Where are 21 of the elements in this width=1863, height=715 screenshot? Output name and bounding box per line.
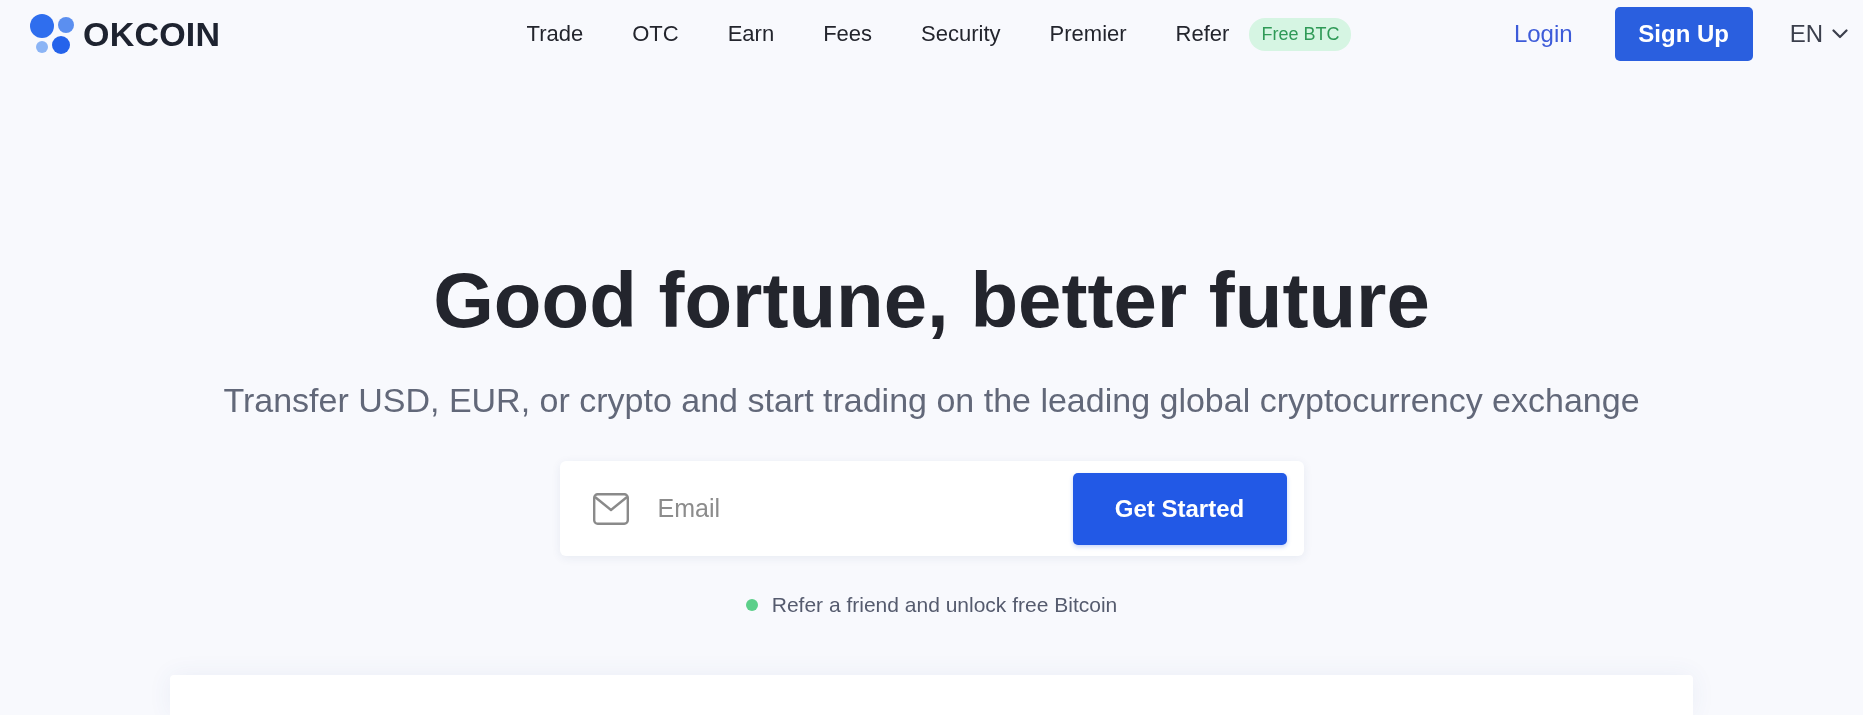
nav-link[interactable]: Security bbox=[921, 21, 1001, 47]
nav-link[interactable]: Refer bbox=[1175, 21, 1230, 47]
nav-link[interactable]: Fees bbox=[823, 21, 873, 47]
get-started-button[interactable]: Get Started bbox=[1072, 472, 1287, 545]
chevron-down-icon bbox=[1832, 29, 1848, 39]
dot-icon bbox=[745, 599, 758, 611]
logo-text: OKCOIN bbox=[83, 14, 221, 54]
language-selector[interactable]: EN bbox=[1789, 20, 1848, 48]
email-field[interactable]: Email bbox=[657, 488, 1057, 529]
logo-icon bbox=[30, 14, 74, 54]
envelope-icon bbox=[592, 492, 629, 525]
hero-subtitle: Transfer USD, EUR, or crypto and start trading on the leading global cryptocurrency exchange bbox=[223, 380, 1640, 420]
nav-link[interactable]: OTC bbox=[632, 21, 679, 47]
referral-text: Refer a friend and unlock free Bitcoin bbox=[771, 593, 1118, 617]
nav-link[interactable]: Earn bbox=[727, 21, 775, 47]
hero-title: Good fortune, better future bbox=[433, 255, 1430, 346]
promo-badge: Free BTC bbox=[1249, 17, 1352, 51]
nav-link[interactable]: Trade bbox=[526, 21, 584, 47]
nav-link[interactable]: Premier bbox=[1049, 21, 1127, 47]
sign-up-button[interactable]: Sign Up bbox=[1614, 7, 1753, 61]
login-link[interactable]: Login bbox=[1513, 20, 1573, 48]
